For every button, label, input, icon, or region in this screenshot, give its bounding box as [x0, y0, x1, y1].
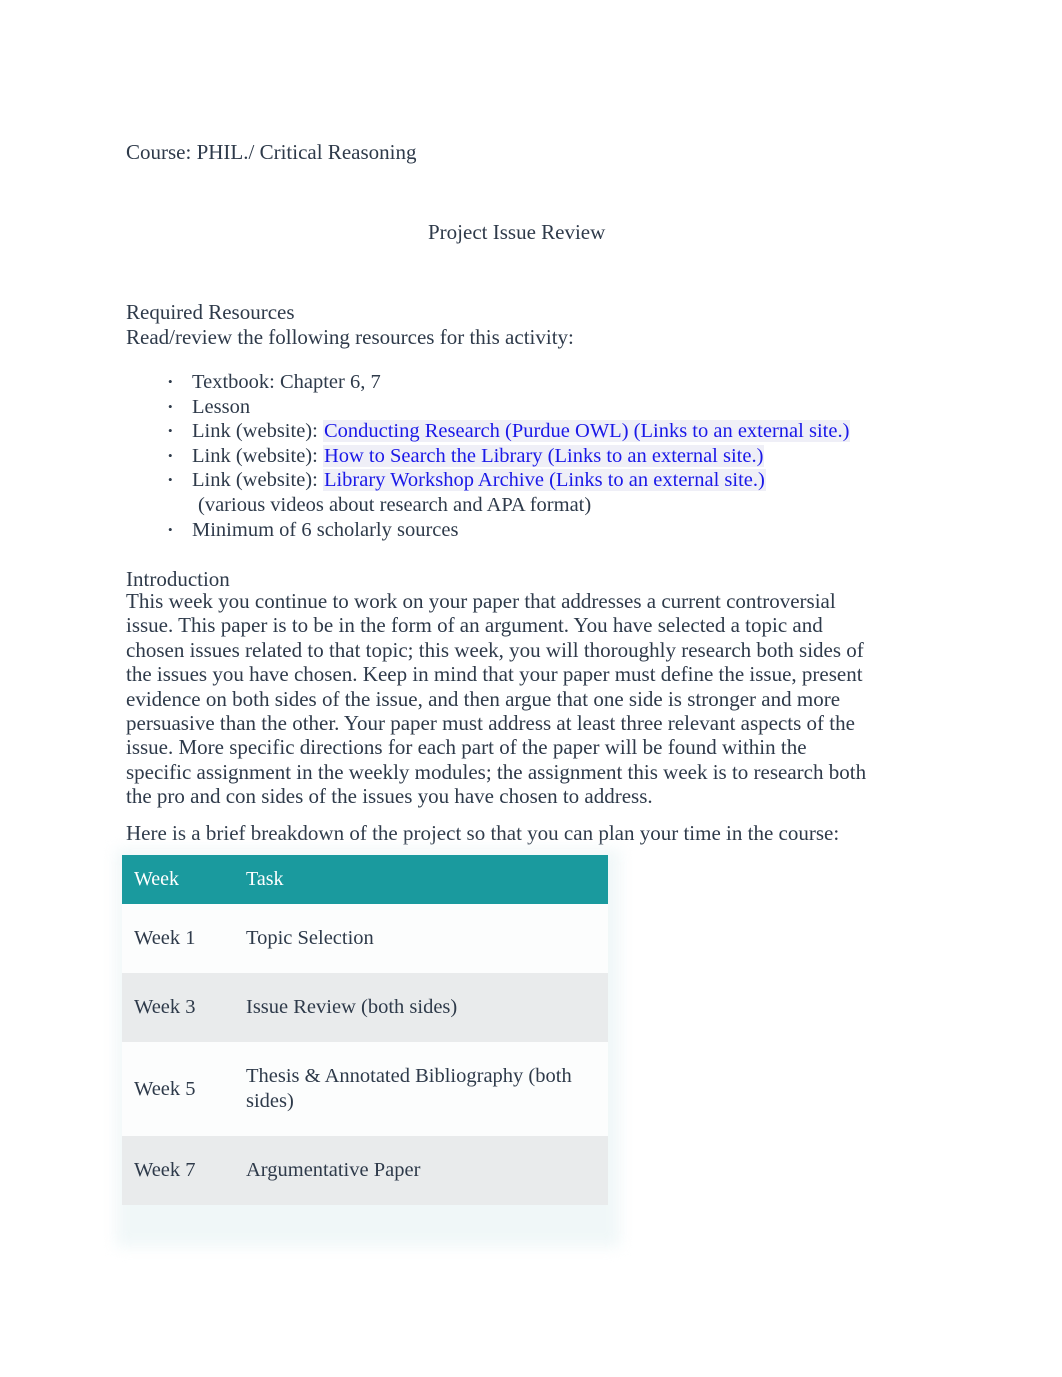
- cell-task: Argumentative Paper: [246, 1159, 421, 1181]
- list-item: Link (website): How to Search the Librar…: [168, 443, 968, 468]
- cell-task: Thesis & Annotated Bibliography (both si…: [246, 1065, 572, 1112]
- cell-task: Issue Review (both sides): [246, 996, 458, 1018]
- link-prefix-label: Link (website):: [192, 469, 318, 492]
- resource-text: Minimum of 6 scholarly sources: [192, 518, 459, 541]
- table-row: Week 1 Topic Selection: [122, 904, 608, 973]
- cell-week: Week 5: [134, 1077, 196, 1100]
- external-link-conducting-research[interactable]: Conducting Research (Purdue OWL) (Links …: [322, 420, 851, 443]
- column-header-task: Task: [234, 855, 608, 904]
- resource-note: (various videos about research and APA f…: [198, 493, 592, 516]
- cell-week: Week 1: [134, 927, 196, 949]
- page-title: Project Issue Review: [428, 220, 606, 244]
- breakdown-lead-in: Here is a brief breakdown of the project…: [126, 821, 840, 845]
- link-prefix-label: Link (website):: [192, 420, 318, 443]
- project-schedule-table: Week Task Week 1 Topic Selection Week 3 …: [122, 855, 608, 1205]
- required-resources-subheading: Read/review the following resources for …: [126, 325, 574, 349]
- list-item: Link (website): Library Workshop Archive…: [168, 467, 968, 517]
- list-item: Link (website): Conducting Research (Pur…: [168, 418, 968, 444]
- resource-text: Textbook: Chapter 6, 7: [192, 371, 381, 393]
- required-resources-heading: Required Resources: [126, 300, 295, 324]
- cell-week: Week 3: [134, 996, 196, 1018]
- list-item: Textbook: Chapter 6, 7: [168, 369, 968, 395]
- document-page: Course: PHIL./ Critical Reasoning Projec…: [0, 0, 1062, 1377]
- cell-week: Week 7: [134, 1159, 196, 1181]
- table-body: Week 1 Topic Selection Week 3 Issue Revi…: [122, 904, 608, 1205]
- list-item: Minimum of 6 scholarly sources: [168, 517, 968, 543]
- course-line: Course: PHIL./ Critical Reasoning: [126, 140, 417, 164]
- list-item: Lesson: [168, 394, 968, 420]
- table-row: Week 7 Argumentative Paper: [122, 1136, 608, 1205]
- cell-task: Topic Selection: [246, 927, 374, 949]
- link-prefix-label: Link (website):: [192, 444, 318, 467]
- table-header-row: Week Task: [122, 855, 608, 904]
- required-resources-list: Textbook: Chapter 6, 7 Lesson Link (webs…: [168, 369, 968, 543]
- schedule-table-wrapper: Week Task Week 1 Topic Selection Week 3 …: [116, 849, 620, 1247]
- introduction-body: This week you continue to work on your p…: [126, 589, 867, 809]
- table-head: Week Task: [122, 855, 608, 904]
- table-row: Week 3 Issue Review (both sides): [122, 973, 608, 1042]
- table-row: Week 5 Thesis & Annotated Bibliography (…: [122, 1042, 608, 1136]
- column-header-week: Week: [122, 855, 234, 904]
- external-link-library-workshop-archive[interactable]: Library Workshop Archive (Links to an ex…: [322, 469, 766, 492]
- resource-text: Lesson: [192, 395, 251, 418]
- external-link-how-to-search-the-library[interactable]: How to Search the Library (Links to an e…: [322, 444, 765, 467]
